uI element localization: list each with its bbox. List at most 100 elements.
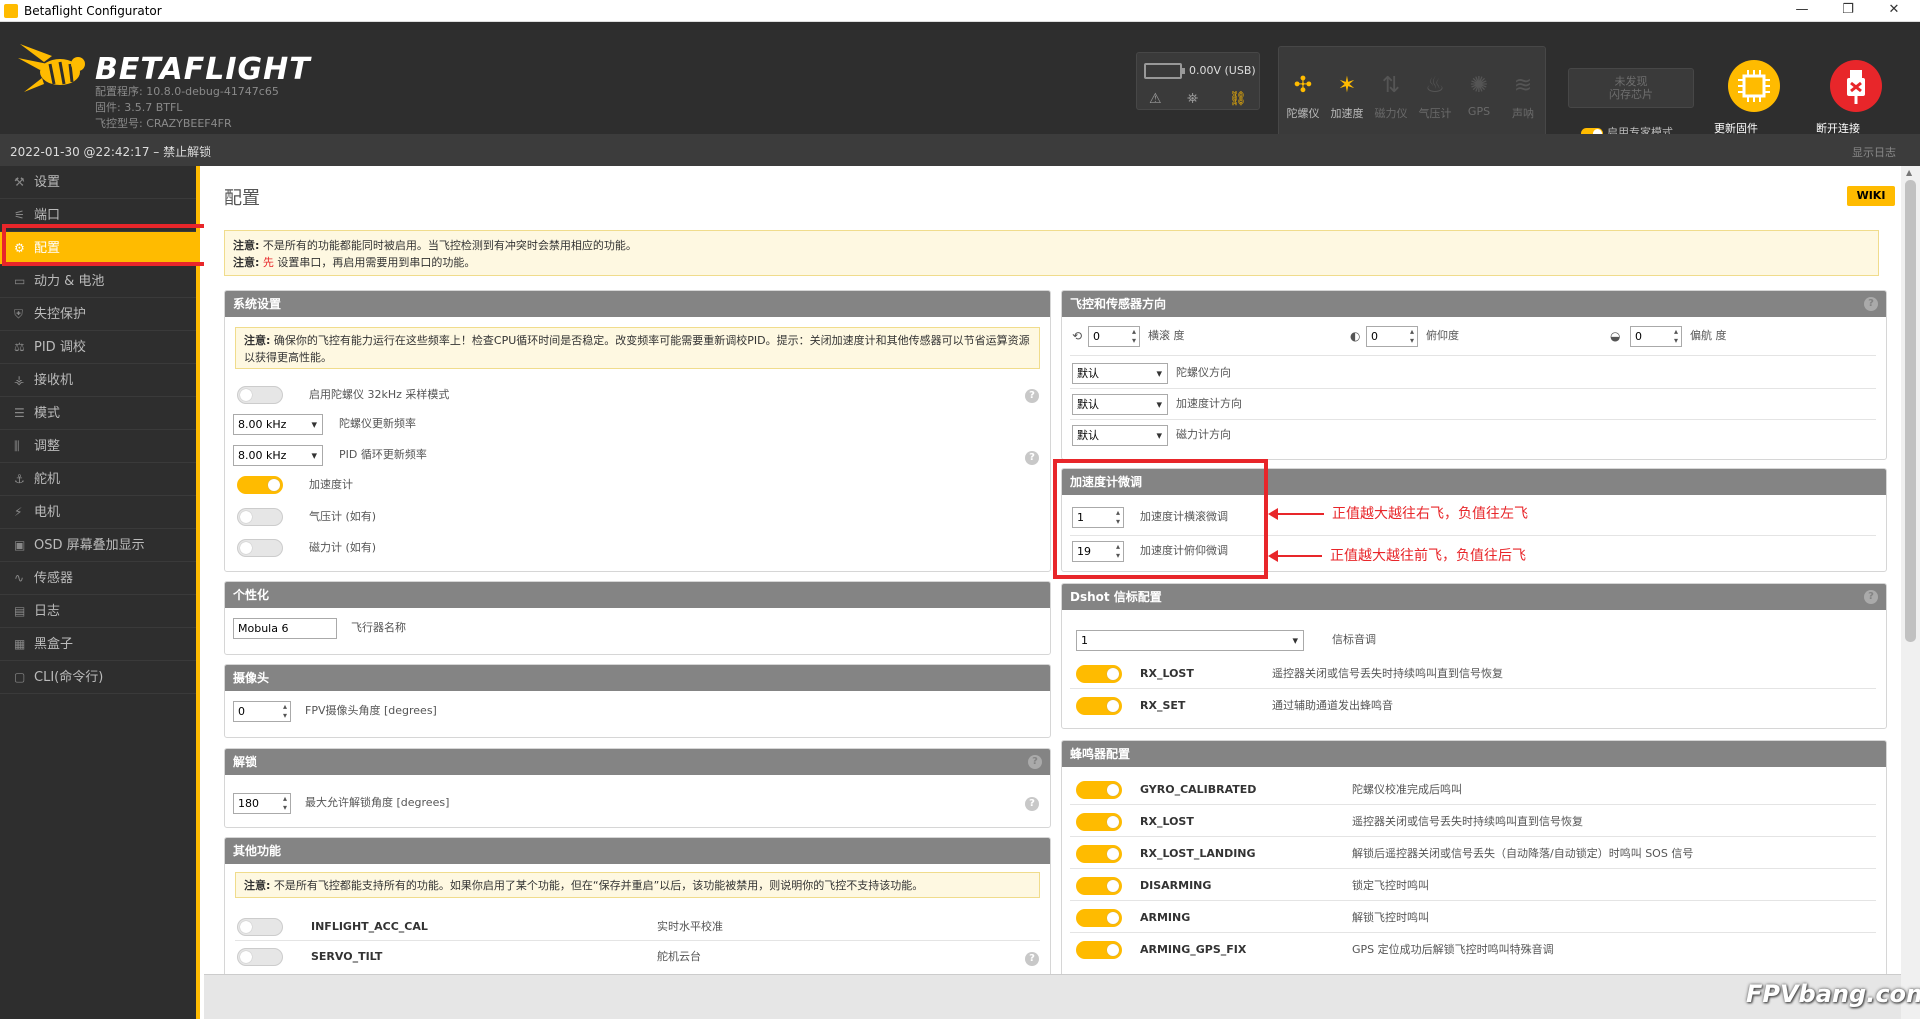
close-button[interactable]: ✕ — [1884, 2, 1904, 17]
sidebar-item-power[interactable]: ▭ 动力 & 电池 — [0, 265, 196, 298]
servo-tilt-toggle[interactable] — [237, 948, 283, 966]
help-icon[interactable]: ? — [1025, 389, 1039, 403]
window-title-bar: Betaflight Configurator — ❐ ✕ — [0, 0, 1920, 22]
gyro-alignment-label: 陀螺仪方向 — [1176, 366, 1231, 379]
beeper-desc: 遥控器关闭或信号丢失时持续鸣叫直到信号恢复 — [1352, 815, 1583, 828]
scroll-up-icon[interactable]: ▲ — [1906, 168, 1912, 177]
sidebar-item-cli[interactable]: ▢ CLI(命令行) — [0, 661, 196, 694]
show-log-link[interactable]: 显示日志 — [1852, 144, 1896, 160]
sidebar-item-pid[interactable]: ⚖ PID 调校 — [0, 331, 196, 364]
divider — [1070, 932, 1876, 933]
annotation-arrow — [1268, 550, 1322, 562]
vertical-scrollbar[interactable]: ▲ — [1901, 166, 1920, 1019]
annotation-arrow — [1268, 508, 1324, 520]
divider — [1070, 900, 1876, 901]
accelerometer-toggle[interactable] — [237, 476, 283, 494]
beeper-rx-lost-toggle[interactable] — [1076, 813, 1122, 831]
sidebar-item-failsafe[interactable]: ⛨ 失控保护 — [0, 298, 196, 331]
board-yaw-input[interactable]: 0 — [1630, 326, 1682, 347]
divider — [235, 940, 1040, 941]
divider — [1070, 868, 1876, 869]
highlight-box-sidebar — [2, 224, 216, 266]
sidebar-item-setup[interactable]: ⚒ 设置 — [0, 166, 196, 199]
configurator-version: 配置程序: 10.8.0-debug-41747c65 — [95, 85, 279, 98]
system-config-title: 系统设置 — [225, 291, 1050, 317]
mag-alignment-select[interactable]: 默认 — [1072, 425, 1168, 446]
sidebar-nav: ⚒ 设置 ⚟ 端口 ⚙ 配置 ▭ 动力 & 电池 ⛨ 失控保护 ⚖ PID 调校 ⚶ 接收机 … — [0, 166, 200, 1019]
sidebar-item-adjustments[interactable]: ⫼ 调整 — [0, 430, 196, 463]
receiver-icon: ⚶ — [14, 373, 25, 387]
gyro-32khz-toggle[interactable] — [237, 386, 283, 404]
gps-status-icon: ⛯ — [1187, 91, 1199, 107]
magnetometer-toggle[interactable] — [237, 539, 283, 557]
beeper-arming-gps-fix-toggle[interactable] — [1076, 941, 1122, 959]
system-warning: 注意: 确保你的飞控有能力运行在这些频率上！检查CPU循环时间是否稳定。改变频率… — [235, 327, 1040, 369]
minimize-button[interactable]: — — [1792, 2, 1812, 17]
beeper-name: GYRO_CALIBRATED — [1140, 783, 1257, 796]
craft-name-input[interactable]: Mobula 6 — [233, 618, 337, 639]
sensors-icon: ∿ — [14, 571, 25, 585]
board-pitch-input[interactable]: 0 — [1366, 326, 1418, 347]
beeper-arming-toggle[interactable] — [1076, 909, 1122, 927]
board-roll-input[interactable]: 0 — [1088, 326, 1140, 347]
sensor-gyro: ✣ 陀螺仪 — [1281, 47, 1325, 139]
sidebar-item-receiver[interactable]: ⚶ 接收机 — [0, 364, 196, 397]
barometer-label: 气压计 (如有) — [309, 510, 377, 523]
update-firmware-button[interactable]: 更新固件 — [1714, 60, 1794, 135]
scrollbar-thumb[interactable] — [1905, 180, 1916, 642]
beeper-rx-lost-landing-toggle[interactable] — [1076, 845, 1122, 863]
dshot-rx-lost-toggle[interactable] — [1076, 665, 1122, 683]
gyro-alignment-select[interactable]: 默认 — [1072, 363, 1168, 384]
help-icon[interactable]: ? — [1864, 590, 1878, 604]
beeper-panel: 蜂鸣器配置 GYRO_CALIBRATED 陀螺仪校准完成后鸣叫 RX_LOST… — [1061, 740, 1887, 974]
beacon-tone-select[interactable]: 1 — [1076, 630, 1304, 651]
disconnect-button[interactable]: 断开连接 — [1816, 60, 1896, 135]
help-icon[interactable]: ? — [1025, 952, 1039, 966]
inflight-acc-cal-toggle[interactable] — [237, 918, 283, 936]
beeper-desc: 锁定飞控时鸣叫 — [1352, 879, 1429, 892]
sidebar-item-logging[interactable]: ▤ 日志 — [0, 595, 196, 628]
barometer-toggle[interactable] — [237, 508, 283, 526]
help-icon[interactable]: ? — [1025, 451, 1039, 465]
wiki-button[interactable]: WIKI — [1847, 186, 1895, 206]
beeper-disarming-toggle[interactable] — [1076, 877, 1122, 895]
max-arm-angle-input[interactable]: 180 — [233, 793, 291, 814]
beeper-gyro-calibrated-toggle[interactable] — [1076, 781, 1122, 799]
feature-desc: 实时水平校准 — [657, 920, 723, 933]
sidebar-item-osd[interactable]: ▣ OSD 屏幕叠加显示 — [0, 529, 196, 562]
board-pitch-label: 俯仰度 — [1426, 329, 1459, 342]
help-icon[interactable]: ? — [1028, 755, 1042, 769]
sidebar-item-modes[interactable]: ☰ 模式 — [0, 397, 196, 430]
divider — [1070, 688, 1876, 689]
restore-button[interactable]: ❐ — [1838, 2, 1858, 17]
annotation-pitch: 正值越大越往前飞，负值往后飞 — [1330, 548, 1526, 564]
battery-icon: ▭ — [14, 274, 26, 288]
camera-panel: 摄像头 0 FPV摄像头角度 [degrees] — [224, 664, 1051, 738]
help-icon[interactable]: ? — [1025, 797, 1039, 811]
log-icon: ▤ — [14, 604, 26, 618]
sidebar-item-blackbox[interactable]: ▦ 黑盒子 — [0, 628, 196, 661]
dshot-rx-set-toggle[interactable] — [1076, 697, 1122, 715]
beeper-title: 蜂鸣器配置 — [1062, 741, 1886, 767]
board-roll-label: 横滚 度 — [1148, 329, 1185, 342]
acc-alignment-label: 加速度计方向 — [1176, 397, 1242, 410]
sidebar-item-motors[interactable]: ⚡ 电机 — [0, 496, 196, 529]
accel-icon: ✶ — [1337, 73, 1357, 98]
highlight-box-acc-trim — [1053, 459, 1268, 579]
firmware-version: 固件: 3.5.7 BTFL — [95, 101, 183, 114]
acc-alignment-select[interactable]: 默认 — [1072, 394, 1168, 415]
roll-icon: ⟲ — [1072, 329, 1083, 343]
pid-rate-label: PID 循环更新频率 — [339, 448, 427, 461]
help-icon[interactable]: ? — [1864, 297, 1878, 311]
beeper-name: RX_LOST_LANDING — [1140, 847, 1256, 860]
betaflight-bee-logo-icon — [18, 44, 85, 92]
pid-rate-select[interactable]: 8.00 kHz — [233, 445, 323, 466]
magnetometer-label: 磁力计 (如有) — [309, 541, 377, 554]
camera-angle-input[interactable]: 0 — [233, 701, 291, 722]
gyro-rate-select[interactable]: 8.00 kHz — [233, 414, 323, 435]
sidebar-item-servos[interactable]: ⚓ 舵机 — [0, 463, 196, 496]
sidebar-item-sensors[interactable]: ∿ 传感器 — [0, 562, 196, 595]
accelerometer-label: 加速度计 — [309, 478, 353, 491]
beacon-name: RX_LOST — [1140, 667, 1194, 680]
sensor-sonar: ≋ 声呐 — [1501, 47, 1545, 139]
